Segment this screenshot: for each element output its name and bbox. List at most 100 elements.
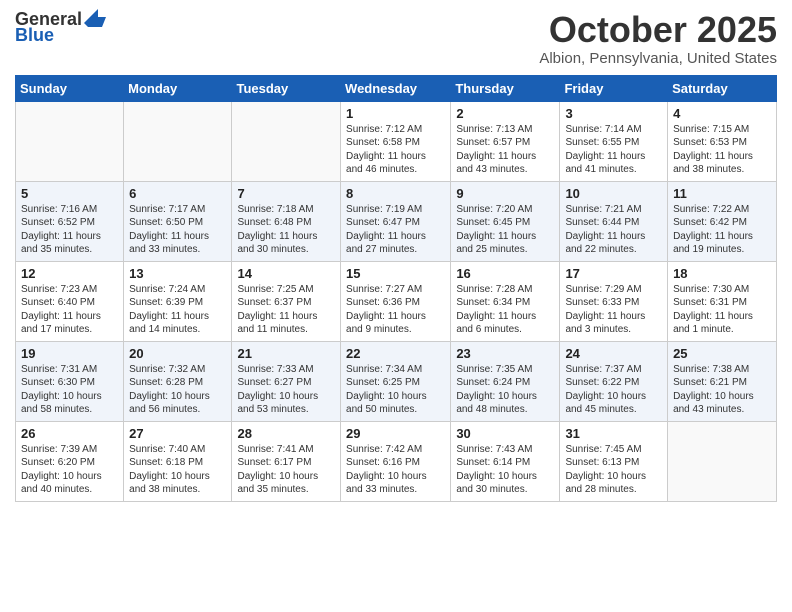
table-cell: 6 Sunrise: 7:17 AM Sunset: 6:50 PM Daylig… (124, 181, 232, 261)
calendar-subtitle: Albion, Pennsylvania, United States (539, 50, 777, 67)
cell-text: Sunrise: 7:40 AM Sunset: 6:18 PM Dayligh… (129, 443, 226, 497)
table-cell: 8 Sunrise: 7:19 AM Sunset: 6:47 PM Daylig… (341, 181, 451, 261)
cell-text: Sunrise: 7:22 AM Sunset: 6:42 PM Dayligh… (673, 203, 771, 257)
cell-text: Sunrise: 7:43 AM Sunset: 6:14 PM Dayligh… (456, 443, 554, 497)
day-number: 24 (565, 346, 662, 361)
day-number: 17 (565, 266, 662, 281)
day-number: 12 (21, 266, 118, 281)
table-cell: 22 Sunrise: 7:34 AM Sunset: 6:25 PM Dayli… (341, 341, 451, 421)
header-row: Sunday Monday Tuesday Wednesday Thursday… (16, 75, 777, 101)
day-number: 4 (673, 106, 771, 121)
cell-text: Sunrise: 7:29 AM Sunset: 6:33 PM Dayligh… (565, 283, 662, 337)
col-wednesday: Wednesday (341, 75, 451, 101)
cell-text: Sunrise: 7:18 AM Sunset: 6:48 PM Dayligh… (237, 203, 335, 257)
calendar-row: 12 Sunrise: 7:23 AM Sunset: 6:40 PM Dayli… (16, 261, 777, 341)
table-cell: 18 Sunrise: 7:30 AM Sunset: 6:31 PM Dayli… (668, 261, 777, 341)
table-cell: 19 Sunrise: 7:31 AM Sunset: 6:30 PM Dayli… (16, 341, 124, 421)
day-number: 13 (129, 266, 226, 281)
table-cell (16, 101, 124, 181)
table-cell: 31 Sunrise: 7:45 AM Sunset: 6:13 PM Dayli… (560, 421, 668, 501)
calendar-row: 19 Sunrise: 7:31 AM Sunset: 6:30 PM Dayli… (16, 341, 777, 421)
cell-text: Sunrise: 7:17 AM Sunset: 6:50 PM Dayligh… (129, 203, 226, 257)
cell-text: Sunrise: 7:35 AM Sunset: 6:24 PM Dayligh… (456, 363, 554, 417)
table-cell: 17 Sunrise: 7:29 AM Sunset: 6:33 PM Dayli… (560, 261, 668, 341)
cell-text: Sunrise: 7:13 AM Sunset: 6:57 PM Dayligh… (456, 123, 554, 177)
day-number: 5 (21, 186, 118, 201)
day-number: 26 (21, 426, 118, 441)
day-number: 1 (346, 106, 445, 121)
table-cell: 29Sunrise: 7:42 AM Sunset: 6:16 PM Dayli… (341, 421, 451, 501)
table-cell: 13 Sunrise: 7:24 AM Sunset: 6:39 PM Dayli… (124, 261, 232, 341)
cell-text: Sunrise: 7:33 AM Sunset: 6:27 PM Dayligh… (237, 363, 335, 417)
cell-text: Sunrise: 7:34 AM Sunset: 6:25 PM Dayligh… (346, 363, 445, 417)
day-number: 23 (456, 346, 554, 361)
day-number: 31 (565, 426, 662, 441)
table-cell: 11 Sunrise: 7:22 AM Sunset: 6:42 PM Dayli… (668, 181, 777, 261)
logo: General Blue (15, 10, 106, 46)
table-cell: 16 Sunrise: 7:28 AM Sunset: 6:34 PM Dayli… (451, 261, 560, 341)
table-cell (668, 421, 777, 501)
table-cell: 12 Sunrise: 7:23 AM Sunset: 6:40 PM Dayli… (16, 261, 124, 341)
cell-text: Sunrise: 7:21 AM Sunset: 6:44 PM Dayligh… (565, 203, 662, 257)
day-number: 2 (456, 106, 554, 121)
col-sunday: Sunday (16, 75, 124, 101)
cell-text: Sunrise: 7:28 AM Sunset: 6:34 PM Dayligh… (456, 283, 554, 337)
cell-text: Sunrise: 7:31 AM Sunset: 6:30 PM Dayligh… (21, 363, 118, 417)
cell-text: Sunrise: 7:14 AM Sunset: 6:55 PM Dayligh… (565, 123, 662, 177)
calendar-row: 26 Sunrise: 7:39 AM Sunset: 6:20 PM Dayli… (16, 421, 777, 501)
day-number: 7 (237, 186, 335, 201)
table-cell: 30 Sunrise: 7:43 AM Sunset: 6:14 PM Dayli… (451, 421, 560, 501)
cell-text: Sunrise: 7:42 AM Sunset: 6:16 PM Dayligh… (346, 443, 445, 497)
table-cell: 21Sunrise: 7:33 AM Sunset: 6:27 PM Dayli… (232, 341, 341, 421)
day-number: 3 (565, 106, 662, 121)
day-number: 9 (456, 186, 554, 201)
table-cell: 25 Sunrise: 7:38 AM Sunset: 6:21 PM Dayli… (668, 341, 777, 421)
table-cell: 9 Sunrise: 7:20 AM Sunset: 6:45 PM Daylig… (451, 181, 560, 261)
cell-text: Sunrise: 7:19 AM Sunset: 6:47 PM Dayligh… (346, 203, 445, 257)
day-number: 25 (673, 346, 771, 361)
table-cell: 27Sunrise: 7:40 AM Sunset: 6:18 PM Dayli… (124, 421, 232, 501)
table-cell: 7 Sunrise: 7:18 AM Sunset: 6:48 PM Daylig… (232, 181, 341, 261)
cell-text: Sunrise: 7:16 AM Sunset: 6:52 PM Dayligh… (21, 203, 118, 257)
day-number: 30 (456, 426, 554, 441)
logo-blue: Blue (15, 26, 54, 46)
col-saturday: Saturday (668, 75, 777, 101)
table-cell: 23 Sunrise: 7:35 AM Sunset: 6:24 PM Dayli… (451, 341, 560, 421)
day-number: 18 (673, 266, 771, 281)
cell-text: Sunrise: 7:24 AM Sunset: 6:39 PM Dayligh… (129, 283, 226, 337)
table-cell: 15Sunrise: 7:27 AM Sunset: 6:36 PM Dayli… (341, 261, 451, 341)
day-number: 22 (346, 346, 445, 361)
cell-text: Sunrise: 7:23 AM Sunset: 6:40 PM Dayligh… (21, 283, 118, 337)
table-cell: 5 Sunrise: 7:16 AM Sunset: 6:52 PM Daylig… (16, 181, 124, 261)
cell-text: Sunrise: 7:25 AM Sunset: 6:37 PM Dayligh… (237, 283, 335, 337)
col-friday: Friday (560, 75, 668, 101)
day-number: 16 (456, 266, 554, 281)
cell-text: Sunrise: 7:39 AM Sunset: 6:20 PM Dayligh… (21, 443, 118, 497)
cell-text: Sunrise: 7:38 AM Sunset: 6:21 PM Dayligh… (673, 363, 771, 417)
col-monday: Monday (124, 75, 232, 101)
table-cell: 1Sunrise: 7:12 AM Sunset: 6:58 PM Daylig… (341, 101, 451, 181)
cell-text: Sunrise: 7:20 AM Sunset: 6:45 PM Dayligh… (456, 203, 554, 257)
cell-text: Sunrise: 7:45 AM Sunset: 6:13 PM Dayligh… (565, 443, 662, 497)
cell-text: Sunrise: 7:27 AM Sunset: 6:36 PM Dayligh… (346, 283, 445, 337)
cell-text: Sunrise: 7:37 AM Sunset: 6:22 PM Dayligh… (565, 363, 662, 417)
day-number: 14 (237, 266, 335, 281)
day-number: 8 (346, 186, 445, 201)
day-number: 10 (565, 186, 662, 201)
logo-icon (84, 9, 106, 29)
calendar-title: October 2025 (539, 10, 777, 50)
col-thursday: Thursday (451, 75, 560, 101)
table-cell (232, 101, 341, 181)
table-cell: 26 Sunrise: 7:39 AM Sunset: 6:20 PM Dayli… (16, 421, 124, 501)
calendar-row: 1Sunrise: 7:12 AM Sunset: 6:58 PM Daylig… (16, 101, 777, 181)
page: General Blue October 2025 Albion, Pennsy… (0, 0, 792, 612)
cell-text: Sunrise: 7:30 AM Sunset: 6:31 PM Dayligh… (673, 283, 771, 337)
day-number: 6 (129, 186, 226, 201)
calendar-row: 5 Sunrise: 7:16 AM Sunset: 6:52 PM Daylig… (16, 181, 777, 261)
table-cell: 3 Sunrise: 7:14 AM Sunset: 6:55 PM Daylig… (560, 101, 668, 181)
title-block: October 2025 Albion, Pennsylvania, Unite… (539, 10, 777, 67)
table-cell: 28Sunrise: 7:41 AM Sunset: 6:17 PM Dayli… (232, 421, 341, 501)
table-cell: 10 Sunrise: 7:21 AM Sunset: 6:44 PM Dayli… (560, 181, 668, 261)
day-number: 11 (673, 186, 771, 201)
day-number: 19 (21, 346, 118, 361)
